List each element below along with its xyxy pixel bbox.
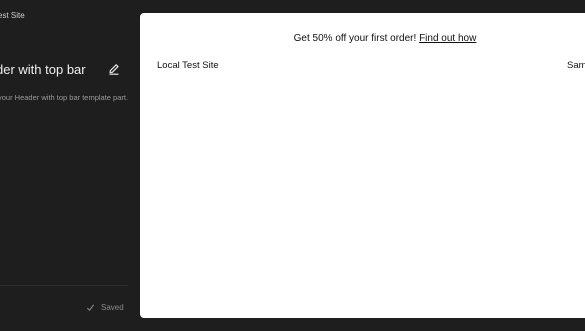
- site-editor: est Site der with top bar your Header wi…: [0, 0, 585, 331]
- sidebar: est Site der with top bar your Header wi…: [0, 0, 140, 331]
- template-part-description: your Header with top bar template part.: [0, 93, 129, 102]
- saved-label: Saved: [101, 303, 124, 312]
- header-nav-item[interactable]: Samp: [567, 60, 585, 71]
- site-title-link[interactable]: est Site: [0, 11, 25, 20]
- pencil-icon[interactable]: [107, 62, 121, 76]
- top-bar-link[interactable]: Find out how: [419, 33, 476, 44]
- sidebar-footer-divider: [0, 285, 128, 286]
- header-site-title[interactable]: Local Test Site: [157, 60, 219, 71]
- top-bar-text: Get 50% off your first order!: [293, 33, 417, 44]
- top-bar: Get 50% off your first order! Find out h…: [140, 33, 585, 44]
- template-part-title: der with top bar: [0, 62, 86, 77]
- checkmark-icon: [86, 303, 95, 312]
- save-status: Saved: [86, 303, 124, 312]
- editor-canvas[interactable]: Get 50% off your first order! Find out h…: [140, 13, 585, 318]
